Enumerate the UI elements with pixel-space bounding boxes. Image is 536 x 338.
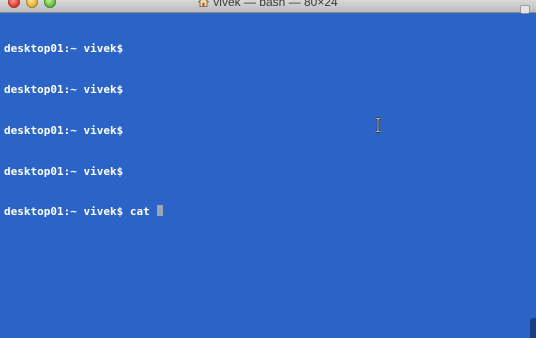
ibeam-cursor-icon — [374, 116, 382, 134]
terminal-line: desktop01:~ vivek$ — [4, 164, 124, 178]
scrollbar[interactable] — [530, 318, 536, 338]
toolbar-toggle-icon[interactable] — [520, 1, 530, 14]
window-title-text: vivek — bash — 80×24 — [213, 0, 338, 9]
terminal-line: desktop01:~ vivek$ — [4, 82, 124, 96]
terminal-prompt-command: desktop01:~ vivek$ cat — [4, 205, 157, 219]
terminal-line: desktop01:~ vivek$ — [4, 123, 124, 137]
text-cursor — [157, 205, 164, 217]
title-bar[interactable]: vivek — bash — 80×24 — [0, 0, 536, 14]
terminal-input-line[interactable]: desktop01:~ vivek$ cat — [4, 205, 532, 219]
window-title: vivek — bash — 80×24 — [0, 0, 536, 9]
terminal-output[interactable]: desktop01:~ vivek$ desktop01:~ vivek$ de… — [4, 15, 532, 333]
home-icon — [197, 0, 210, 7]
terminal-window: vivek — bash — 80×24 desktop01:~ vivek$ … — [0, 0, 536, 338]
terminal-line: desktop01:~ vivek$ — [4, 42, 124, 56]
